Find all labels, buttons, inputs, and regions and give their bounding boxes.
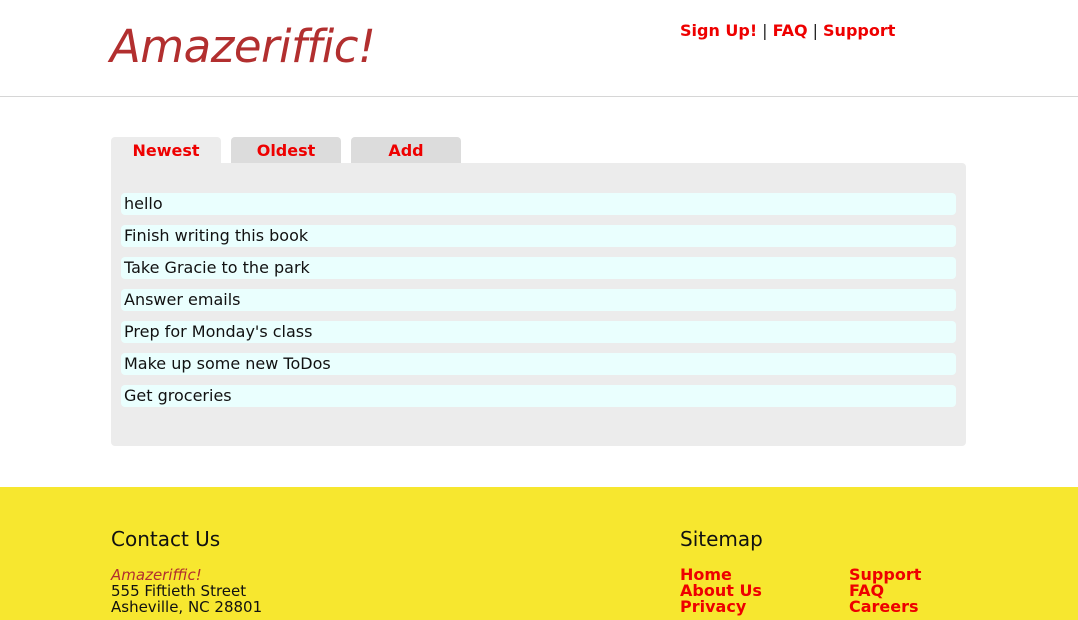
todo-item: Make up some new ToDos [121, 353, 956, 375]
contact-heading: Contact Us [111, 527, 221, 551]
tab-add[interactable]: Add [351, 137, 461, 163]
nav-separator: | [812, 21, 819, 40]
todo-item: Take Gracie to the park [121, 257, 956, 279]
sitemap-column-2: Support FAQ Careers [849, 567, 921, 615]
sitemap-heading: Sitemap [680, 527, 763, 551]
todo-item: Finish writing this book [121, 225, 956, 247]
sitemap-link-careers[interactable]: Careers [849, 597, 919, 616]
site-header: Amazeriffic! Sign Up! | FAQ | Support [0, 0, 1078, 97]
tab-newest[interactable]: Newest [111, 137, 221, 163]
address-city: Asheville, NC 28801 [111, 598, 263, 616]
tab-content-panel: hello Finish writing this book Take Grac… [111, 163, 966, 446]
todo-item: Prep for Monday's class [121, 321, 956, 343]
sitemap-link-privacy[interactable]: Privacy [680, 597, 746, 616]
contact-address: Amazeriffic! 555 Fiftieth Street Ashevil… [111, 567, 262, 615]
todo-item: hello [121, 193, 956, 215]
top-nav: Sign Up! | FAQ | Support [680, 21, 895, 41]
address-street: 555 Fiftieth Street [111, 582, 247, 600]
sitemap-item: Careers [849, 599, 921, 615]
company-name: Amazeriffic! [111, 566, 202, 584]
todo-item: Answer emails [121, 289, 956, 311]
nav-link-signup[interactable]: Sign Up! [680, 21, 757, 40]
sitemap-column-1: Home About Us Privacy [680, 567, 762, 615]
site-footer: Contact Us Amazeriffic! 555 Fiftieth Str… [0, 487, 1078, 620]
site-logo[interactable]: Amazeriffic! [110, 18, 376, 76]
todo-item: Get groceries [121, 385, 956, 407]
nav-separator: | [762, 21, 768, 40]
todo-list: hello Finish writing this book Take Grac… [121, 193, 956, 417]
sitemap-item: Privacy [680, 599, 762, 615]
main-content: Newest Oldest Add hello Finish writing t… [0, 97, 1078, 487]
tab-oldest[interactable]: Oldest [231, 137, 341, 163]
nav-link-faq[interactable]: FAQ [773, 21, 808, 40]
nav-link-support[interactable]: Support [823, 21, 895, 40]
